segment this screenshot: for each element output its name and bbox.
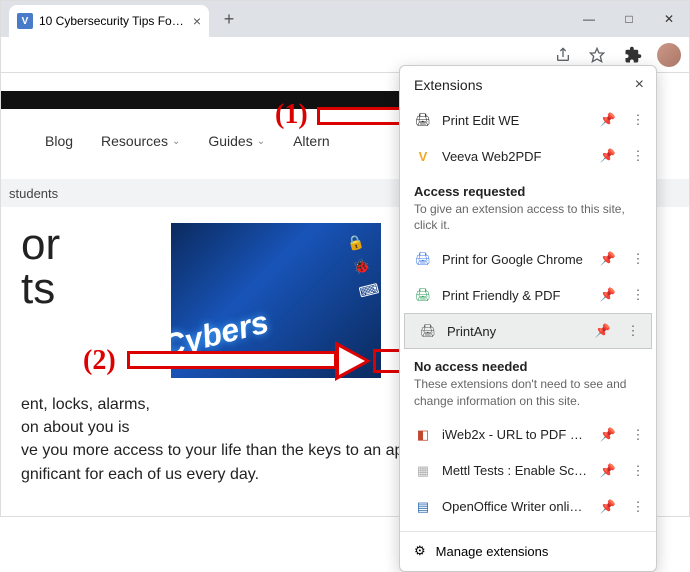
ext-iweb2x[interactable]: ◧ iWeb2x - URL to PDF & Image 📌 ⋮ <box>400 417 656 453</box>
more-icon[interactable]: ⋮ <box>628 427 648 443</box>
app-icon: ◧ <box>414 426 432 444</box>
tab-title: 10 Cybersecurity Tips For Individ... <box>39 14 187 28</box>
browser-tab[interactable]: V 10 Cybersecurity Tips For Individ... × <box>9 5 209 37</box>
ext-label: iWeb2x - URL to PDF & Image <box>442 427 588 442</box>
ext-label: Print Friendly & PDF <box>442 288 588 303</box>
bookmark-star-icon[interactable] <box>585 43 609 67</box>
ext-printany[interactable]: 🖨 PrintAny 📌 ⋮ <box>404 313 652 349</box>
more-icon[interactable]: ⋮ <box>628 251 648 267</box>
popup-title: Extensions <box>414 77 482 93</box>
pin-icon[interactable]: 📌 <box>593 323 613 339</box>
more-icon[interactable]: ⋮ <box>628 112 648 128</box>
title-bar: V 10 Cybersecurity Tips For Individ... ×… <box>1 1 689 37</box>
gear-icon: ⚙ <box>414 543 426 559</box>
pin-icon[interactable]: 📌 <box>598 251 618 267</box>
chevron-down-icon: ⌄ <box>257 136 265 147</box>
ext-mettl-tests[interactable]: ▦ Mettl Tests : Enable Screen S... 📌 ⋮ <box>400 453 656 489</box>
new-tab-button[interactable]: + <box>215 5 243 33</box>
minimize-button[interactable]: — <box>569 4 609 34</box>
printer-icon: 🖨 <box>414 286 432 304</box>
profile-avatar[interactable] <box>657 43 681 67</box>
nav-blog[interactable]: Blog <box>45 133 73 149</box>
ext-label: OpenOffice Writer online for... <box>442 499 588 514</box>
section-no-access: No access needed <box>400 349 656 376</box>
more-icon[interactable]: ⋮ <box>628 463 648 479</box>
pin-icon[interactable]: 📌 <box>598 287 618 303</box>
ext-print-friendly[interactable]: 🖨 Print Friendly & PDF 📌 ⋮ <box>400 277 656 313</box>
manage-extensions[interactable]: ⚙ Manage extensions <box>400 531 656 571</box>
ext-print-google-chrome[interactable]: 🖨 Print for Google Chrome 📌 ⋮ <box>400 241 656 277</box>
maximize-button[interactable]: □ <box>609 4 649 34</box>
nav-altern[interactable]: Altern <box>293 133 330 149</box>
pin-icon[interactable]: 📌 <box>598 463 618 479</box>
ext-label: Veeva Web2PDF <box>442 149 588 164</box>
extensions-popup: Extensions × 🖨 Print Edit WE 📌 ⋮ V Veeva… <box>399 65 657 572</box>
pin-icon[interactable]: 📌 <box>598 112 618 128</box>
ext-label: PrintAny <box>447 324 583 339</box>
ext-label: Print for Google Chrome <box>442 252 588 267</box>
pin-icon[interactable]: 📌 <box>598 148 618 164</box>
ext-label: Print Edit WE <box>442 113 588 128</box>
app-icon: ▦ <box>414 462 432 480</box>
section-no-access-sub: These extensions don't need to see and c… <box>400 376 656 416</box>
app-icon: ▤ <box>414 498 432 516</box>
veeva-icon: V <box>414 147 432 165</box>
share-icon[interactable] <box>551 43 575 67</box>
nav-resources[interactable]: Resources⌄ <box>101 133 180 149</box>
section-access-requested: Access requested <box>400 174 656 201</box>
ext-label: Mettl Tests : Enable Screen S... <box>442 463 588 478</box>
nav-guides[interactable]: Guides⌄ <box>208 133 265 149</box>
printer-icon: 🖨 <box>414 250 432 268</box>
close-window-button[interactable]: ✕ <box>649 4 689 34</box>
more-icon[interactable]: ⋮ <box>628 499 648 515</box>
more-icon[interactable]: ⋮ <box>628 287 648 303</box>
ext-print-edit-we[interactable]: 🖨 Print Edit WE 📌 ⋮ <box>400 102 656 138</box>
printer-icon: 🖨 <box>414 111 432 129</box>
hero-image: 🔒🐞⌨ Cybers <box>171 223 381 378</box>
window-controls: — □ ✕ <box>569 4 689 34</box>
pin-icon[interactable]: 📌 <box>598 427 618 443</box>
site-nav: Blog Resources⌄ Guides⌄ Altern <box>45 133 330 149</box>
ext-openoffice-writer[interactable]: ▤ OpenOffice Writer online for... 📌 ⋮ <box>400 489 656 525</box>
chevron-down-icon: ⌄ <box>172 136 180 147</box>
pin-icon[interactable]: 📌 <box>598 499 618 515</box>
more-icon[interactable]: ⋮ <box>623 323 643 339</box>
tab-favicon: V <box>17 13 33 29</box>
section-access-sub: To give an extension access to this site… <box>400 201 656 241</box>
printer-icon: 🖨 <box>419 322 437 340</box>
ext-veeva-web2pdf[interactable]: V Veeva Web2PDF 📌 ⋮ <box>400 138 656 174</box>
popup-close-icon[interactable]: × <box>635 76 644 94</box>
manage-label: Manage extensions <box>436 544 549 559</box>
more-icon[interactable]: ⋮ <box>628 148 648 164</box>
tab-close-icon[interactable]: × <box>193 13 201 29</box>
